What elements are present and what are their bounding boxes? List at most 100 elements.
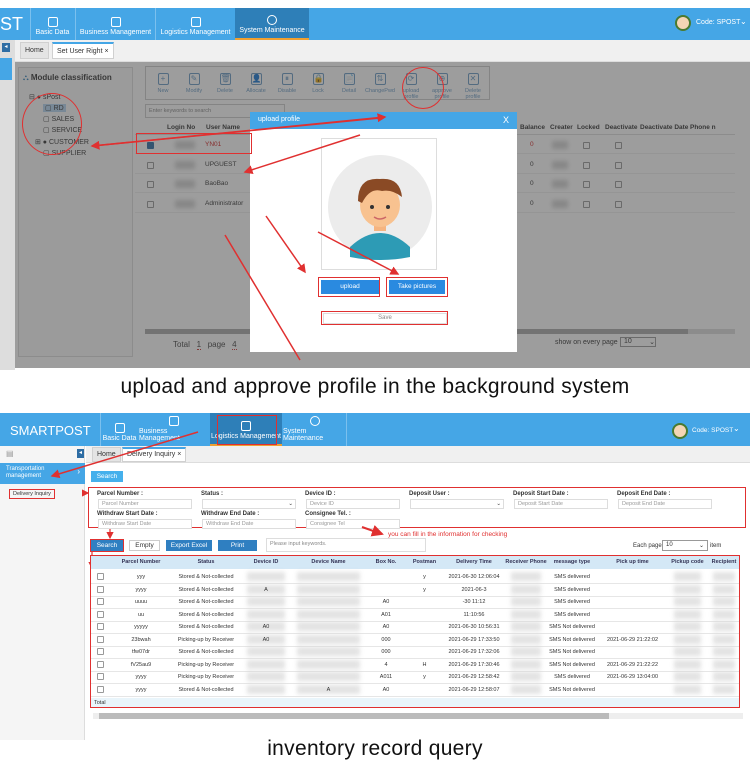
table-cell: yyy [136, 574, 146, 580]
column-header[interactable]: Status [171, 559, 241, 565]
table-cell: y [423, 674, 426, 680]
redacted-cell [713, 584, 735, 594]
each-page-select[interactable]: 10 ⌄ [662, 540, 708, 551]
table-cell: Stored & Not-collected [178, 599, 234, 605]
redacted-cell [297, 609, 360, 619]
table-cell: yyyyy [134, 624, 148, 630]
redacted-cell [511, 572, 541, 581]
column-header[interactable]: Device Name [291, 559, 366, 565]
table-cell: A0 [382, 599, 390, 605]
caption-inventory-query: inventory record query [267, 737, 483, 760]
table-cell: A011 [379, 674, 393, 680]
horizontal-scrollbar[interactable] [93, 713, 743, 719]
row-checkbox[interactable] [97, 673, 104, 680]
row-divider [91, 695, 739, 697]
redacted-cell [713, 622, 735, 631]
row-divider [91, 670, 739, 672]
row-checkbox[interactable] [97, 635, 104, 643]
item-label: item [710, 543, 722, 549]
table-cell: 000 [381, 636, 391, 643]
row-checkbox[interactable] [97, 685, 104, 693]
redacted-cell [297, 647, 360, 656]
print-button[interactable]: Print [218, 540, 257, 551]
redacted-cell [674, 634, 701, 644]
table-cell: 2021-06-29 13:04:00 [606, 674, 659, 680]
table-cell: y [423, 574, 426, 580]
row-checkbox[interactable] [97, 573, 104, 580]
table-cell: A01 [381, 611, 391, 618]
table-cell: 2021-06-29 17:33:50 [448, 636, 500, 643]
column-header[interactable]: Parcel Number [111, 559, 171, 565]
column-header[interactable]: Recipient [707, 559, 739, 565]
redacted-cell [247, 684, 285, 694]
redacted-cell [713, 572, 735, 581]
screenshot-user-right: ST Basic Data Business Management Logist… [0, 0, 750, 370]
redacted-cell [674, 584, 701, 594]
table-cell: A [326, 686, 331, 693]
annotation-arrows [90, 113, 400, 361]
table-cell: SMS Not delivered [549, 636, 595, 643]
redacted-cell [674, 684, 701, 694]
each-page-label: Each page [633, 543, 662, 549]
row-checkbox[interactable] [97, 585, 104, 593]
column-header[interactable]: Receiver Phone [505, 559, 547, 565]
redacted-cell [247, 672, 285, 681]
search-button[interactable]: Search [90, 539, 124, 552]
row-checkbox[interactable] [97, 623, 104, 630]
redacted-cell [511, 647, 541, 656]
table-cell: Stored & Not-collected [178, 686, 234, 693]
table-cell: 2021-06-29 12:58:07 [448, 686, 500, 693]
redacted-cell [247, 572, 285, 581]
column-header[interactable]: Device ID [241, 559, 291, 565]
redacted-cell [713, 659, 735, 669]
column-header[interactable]: Postman [406, 559, 443, 565]
table-cell: yyyy [135, 674, 147, 680]
table-cell: Picking-up by Receiver [177, 674, 235, 680]
column-header[interactable]: Pick up time [597, 559, 668, 565]
table-cell: SMS delivered [554, 674, 590, 680]
keyword-input[interactable]: Please input keywords. [266, 538, 426, 552]
row-divider [91, 608, 739, 609]
table-cell: uuuu [134, 599, 148, 605]
table-cell: 4 [384, 661, 388, 668]
redacted-cell [713, 634, 735, 644]
scrollbar-thumb[interactable] [99, 713, 609, 719]
export-excel-button[interactable]: Export Excel [166, 540, 212, 551]
column-header[interactable]: Delivery Time [443, 559, 505, 565]
table-cell: SMS delivered [554, 611, 590, 618]
table-cell: SMS delivered [554, 599, 590, 605]
table-cell: 2021-06-30 12:06:04 [448, 574, 500, 580]
column-header[interactable]: Pickup code [668, 559, 707, 565]
redacted-cell [297, 584, 360, 594]
redacted-cell [297, 672, 360, 681]
table-cell: H [422, 661, 427, 668]
row-checkbox[interactable] [97, 610, 104, 618]
table-cell: Stored & Not-collected [178, 574, 234, 580]
table-cell: SMS delivered [554, 586, 590, 593]
redacted-cell [511, 597, 541, 606]
redacted-cell [674, 572, 701, 581]
table-cell: -30 11:12 [462, 599, 486, 605]
empty-button[interactable]: Empty [129, 540, 160, 551]
redacted-cell [297, 634, 360, 644]
redacted-cell [674, 609, 701, 619]
row-checkbox[interactable] [97, 648, 104, 655]
table-cell: uu [137, 611, 145, 618]
table-cell: 2021-06-29 12:58:42 [448, 674, 500, 680]
table-cell: A0 [262, 636, 270, 643]
row-checkbox[interactable] [97, 660, 104, 668]
table-cell: 23bwah [131, 636, 151, 643]
row-divider [91, 658, 739, 659]
redacted-cell [511, 672, 541, 681]
table-cell: A0 [382, 624, 390, 630]
row-checkbox[interactable] [97, 598, 104, 605]
column-header[interactable]: Box No. [366, 559, 406, 565]
table-cell: yyyy [135, 586, 147, 593]
redacted-cell [511, 684, 541, 694]
total-row [91, 698, 739, 707]
redacted-cell [674, 597, 701, 606]
redacted-cell [713, 684, 735, 694]
table-cell: y [423, 586, 426, 593]
table-cell: 2021-06-29 21:22:22 [606, 661, 659, 668]
column-header[interactable]: message type [547, 559, 597, 565]
